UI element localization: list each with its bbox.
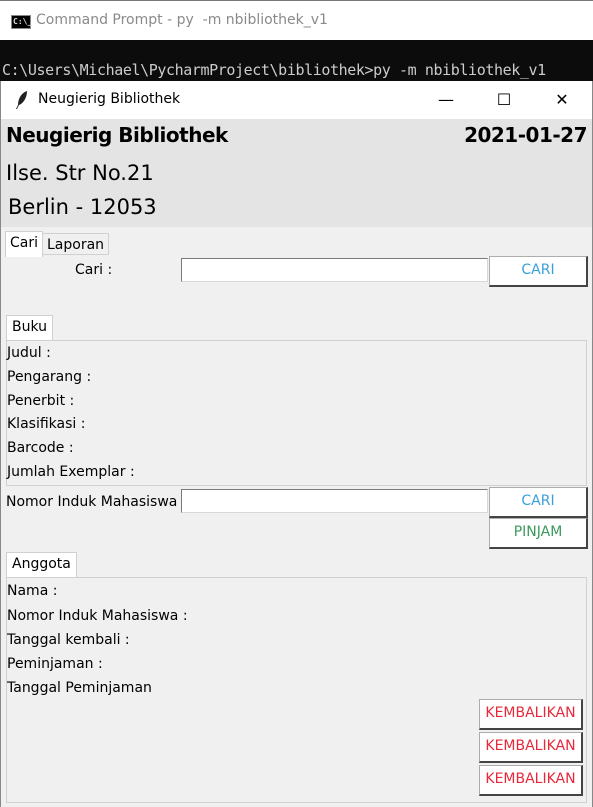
book-field-publisher: Penerbit : — [7, 393, 75, 409]
maximize-button[interactable]: ☐ — [475, 81, 533, 119]
search-label: Cari : — [75, 262, 113, 278]
cmd-window-title: Command Prompt - py -m nbibliothek_v1 — [36, 12, 328, 28]
feather-icon — [16, 91, 27, 109]
app-titlebar[interactable]: Neugierig Bibliothek — ☐ ✕ — [1, 81, 592, 119]
cmd-icon: C:\_ — [11, 15, 32, 29]
tab-buku[interactable]: Buku — [6, 315, 54, 341]
book-field-title: Judul : — [7, 345, 51, 361]
member-field-nim: Nomor Induk Mahasiswa : — [7, 608, 188, 624]
return-button-3[interactable]: KEMBALIKAN — [479, 765, 583, 796]
book-field-barcode: Barcode : — [7, 440, 74, 456]
borrow-button[interactable]: PINJAM — [489, 518, 588, 549]
tab-cari[interactable]: Cari — [5, 231, 43, 257]
nim-label: Nomor Induk Mahasiswa : — [6, 494, 187, 510]
member-field-loan-date: Tanggal Peminjaman — [7, 680, 152, 696]
nim-input[interactable] — [181, 489, 488, 513]
tab-laporan[interactable]: Laporan — [42, 233, 110, 255]
return-button-1[interactable]: KEMBALIKAN — [479, 699, 583, 730]
book-field-author: Pengarang : — [7, 369, 92, 385]
search-input[interactable] — [181, 258, 488, 282]
return-button-2[interactable]: KEMBALIKAN — [479, 732, 583, 763]
close-button[interactable]: ✕ — [533, 81, 591, 119]
minimize-button[interactable]: — — [417, 81, 475, 119]
address-city: Berlin - 12053 — [8, 195, 157, 219]
member-field-loans: Peminjaman : — [7, 656, 103, 672]
search-button[interactable]: CARI — [489, 256, 588, 287]
library-name: Neugierig Bibliothek — [6, 123, 228, 147]
nim-search-button[interactable]: CARI — [489, 487, 588, 518]
member-field-name: Nama : — [7, 583, 58, 599]
tab-anggota[interactable]: Anggota — [6, 552, 77, 578]
current-date: 2021-01-27 — [464, 123, 587, 147]
app-window: Neugierig Bibliothek — ☐ ✕ Neugierig Bib… — [0, 81, 593, 807]
book-field-copies: Jumlah Exemplar : — [7, 464, 135, 480]
address-street: Ilse. Str No.21 — [6, 161, 154, 185]
book-field-classification: Klasifikasi : — [7, 416, 86, 432]
cmd-titlebar: C:\_ Command Prompt - py -m nbibliothek_… — [0, 0, 593, 40]
member-field-return-date: Tanggal kembali : — [7, 632, 130, 648]
app-title: Neugierig Bibliothek — [38, 91, 181, 107]
cmd-prompt-line: C:\Users\Michael\PycharmProject\biblioth… — [2, 61, 546, 79]
library-header: Neugierig Bibliothek 2021-01-27 Ilse. St… — [1, 119, 592, 227]
